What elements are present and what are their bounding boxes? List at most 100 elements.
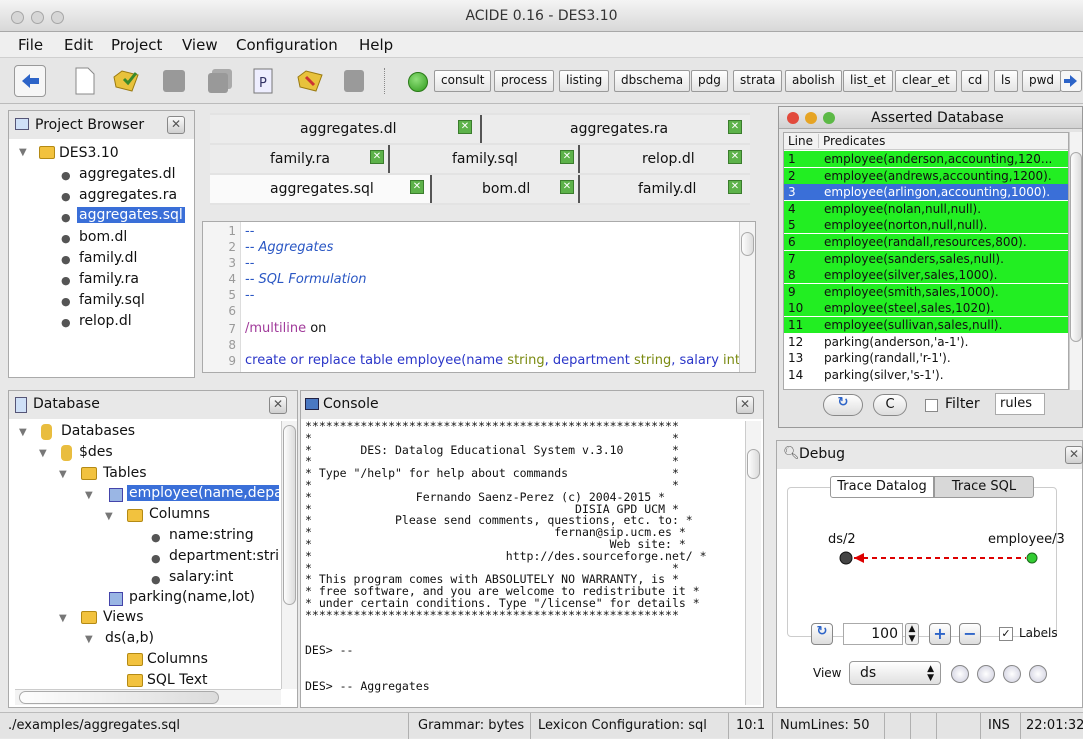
zoom-input[interactable]: 100 [843, 623, 903, 645]
editor-scrollbar[interactable] [739, 222, 755, 372]
scroll-thumb[interactable] [741, 232, 754, 256]
database-hscrollbar[interactable] [15, 689, 281, 705]
chevron-down-icon[interactable]: ▼ [19, 427, 27, 438]
database-vscrollbar[interactable] [281, 421, 297, 689]
asserted-row[interactable]: 6 employee(randall,resources,800). [784, 234, 1068, 250]
refresh-icon[interactable]: ↻ [823, 394, 863, 416]
cmd-consult[interactable]: consult [434, 70, 492, 92]
minimize-icon[interactable] [805, 112, 817, 124]
cmd-clear-et[interactable]: clear_et [895, 70, 957, 92]
tree-column[interactable]: name:string [169, 527, 254, 543]
last-icon[interactable] [1029, 665, 1047, 683]
view-select[interactable]: ds ▲ ▼ [849, 661, 941, 685]
cmd-process[interactable]: process [494, 70, 555, 92]
chevron-down-icon[interactable]: ▼ [19, 147, 27, 158]
project-file[interactable]: aggregates.ra [79, 187, 177, 203]
chevron-down-icon[interactable]: ▼ [105, 511, 113, 522]
zoom-in-icon[interactable]: + [929, 623, 951, 645]
tab-close-icon[interactable]: ✕ [728, 150, 742, 164]
console-close-button[interactable]: ✕ [736, 396, 754, 414]
run-icon[interactable] [408, 72, 428, 92]
tab-close-icon[interactable]: ✕ [370, 150, 384, 164]
project-file[interactable]: family.dl [79, 250, 137, 266]
menu-configuration[interactable]: Configuration [236, 36, 338, 54]
save-project-icon[interactable] [338, 65, 370, 97]
menu-edit[interactable]: Edit [64, 36, 93, 54]
cmd-dbschema[interactable]: dbschema [614, 70, 691, 92]
project-file-selected[interactable]: aggregates.sql [77, 207, 185, 223]
asserted-row[interactable]: 3 employee(arlingon,accounting,1000). [784, 184, 1068, 201]
scroll-thumb[interactable] [19, 691, 219, 704]
labels-checkbox[interactable]: ✓ [999, 627, 1013, 641]
open-project-icon[interactable] [294, 65, 326, 97]
cmd-pwd[interactable]: pwd [1022, 70, 1062, 92]
tab-aggregates-sql-active[interactable]: aggregates.sql ✕ [210, 175, 432, 203]
chevron-down-icon[interactable]: ▼ [85, 634, 93, 645]
scroll-thumb[interactable] [283, 425, 296, 605]
tree-columns[interactable]: Columns [149, 506, 210, 522]
tab-close-icon[interactable]: ✕ [560, 180, 574, 194]
filter-input[interactable]: rules [995, 393, 1045, 415]
open-folder-icon[interactable] [110, 65, 142, 97]
asserted-row[interactable]: 7 employee(sanders,sales,null). [784, 250, 1068, 267]
scroll-thumb[interactable] [747, 449, 760, 479]
asserted-row[interactable]: 1 employee(anderson,accounting,120... [784, 151, 1068, 167]
code-editor[interactable]: 1 2 3 4 5 6 7 8 9 -- -- Aggregates -- --… [202, 221, 756, 373]
save-all-icon[interactable] [204, 65, 236, 97]
chevron-down-icon[interactable]: ▼ [39, 448, 47, 459]
asserted-row[interactable]: 2 employee(andrews,accounting,1200). [784, 167, 1068, 184]
zoom-out-icon[interactable]: − [959, 623, 981, 645]
forward-arrow-icon[interactable] [1060, 70, 1082, 92]
menu-help[interactable]: Help [359, 36, 393, 54]
tab-family-ra[interactable]: family.ra ✕ [210, 145, 390, 173]
tab-family-sql[interactable]: family.sql ✕ [390, 145, 580, 173]
print-icon[interactable]: P [248, 65, 280, 97]
asserted-scrollbar[interactable] [1069, 132, 1082, 390]
save-icon[interactable] [158, 65, 190, 97]
tab-close-icon[interactable]: ✕ [728, 120, 742, 134]
tree-tables[interactable]: Tables [103, 465, 147, 481]
asserted-row[interactable]: 13 parking(randall,'r-1'). [784, 350, 1068, 366]
tree-employee-selected[interactable]: employee(name,depart [127, 485, 279, 501]
console-scrollbar[interactable] [745, 421, 761, 705]
chevron-down-icon[interactable]: ▼ [59, 613, 67, 624]
asserted-row[interactable]: 5 employee(norton,null,null). [784, 217, 1068, 234]
cmd-pdg[interactable]: pdg [691, 70, 728, 92]
tree-databases[interactable]: Databases [61, 423, 135, 439]
asserted-row[interactable]: 12 parking(anderson,'a-1'). [784, 334, 1068, 350]
project-root[interactable]: DES3.10 [59, 145, 119, 161]
project-file[interactable]: bom.dl [79, 229, 127, 245]
tree-parking[interactable]: parking(name,lot) [129, 589, 255, 605]
close-icon[interactable] [787, 112, 799, 124]
tree-view-ds[interactable]: ds(a,b) [105, 630, 154, 646]
scroll-thumb[interactable] [1070, 152, 1082, 342]
asserted-row[interactable]: 14 parking(silver,'s-1'). [784, 367, 1068, 383]
menu-view[interactable]: View [182, 36, 218, 54]
tree-column[interactable]: department:string [169, 548, 279, 564]
asserted-row[interactable]: 11 employee(sullivan,sales,null). [784, 317, 1068, 333]
tab-family-dl[interactable]: family.dl ✕ [580, 175, 750, 203]
maximize-icon[interactable] [823, 112, 835, 124]
back-arrow-icon[interactable] [14, 65, 46, 97]
tab-close-icon[interactable]: ✕ [458, 120, 472, 134]
asserted-row[interactable]: 8 employee(silver,sales,1000). [784, 267, 1068, 284]
tab-close-icon[interactable]: ✕ [410, 180, 424, 194]
previous-icon[interactable] [977, 665, 995, 683]
debug-close-button[interactable]: ✕ [1065, 446, 1083, 464]
asserted-row[interactable]: 9 employee(smith,sales,1000). [784, 283, 1068, 300]
cmd-cd[interactable]: cd [961, 70, 990, 92]
refresh-icon[interactable]: ↻ [811, 623, 833, 645]
console-output[interactable]: ****************************************… [305, 421, 741, 705]
project-file[interactable]: relop.dl [79, 313, 132, 329]
cmd-list-et[interactable]: list_et [843, 70, 893, 92]
menu-file[interactable]: File [18, 36, 43, 54]
cmd-strata[interactable]: strata [733, 70, 783, 92]
tree-view-columns[interactable]: Columns [147, 651, 208, 667]
chevron-down-icon[interactable]: ▼ [85, 490, 93, 501]
zoom-stepper[interactable]: ▲ ▼ [905, 623, 919, 645]
project-file[interactable]: family.ra [79, 271, 139, 287]
filter-checkbox[interactable] [925, 399, 938, 412]
tree-column[interactable]: salary:int [169, 569, 233, 585]
cmd-ls[interactable]: ls [994, 70, 1018, 92]
next-icon[interactable] [1003, 665, 1021, 683]
